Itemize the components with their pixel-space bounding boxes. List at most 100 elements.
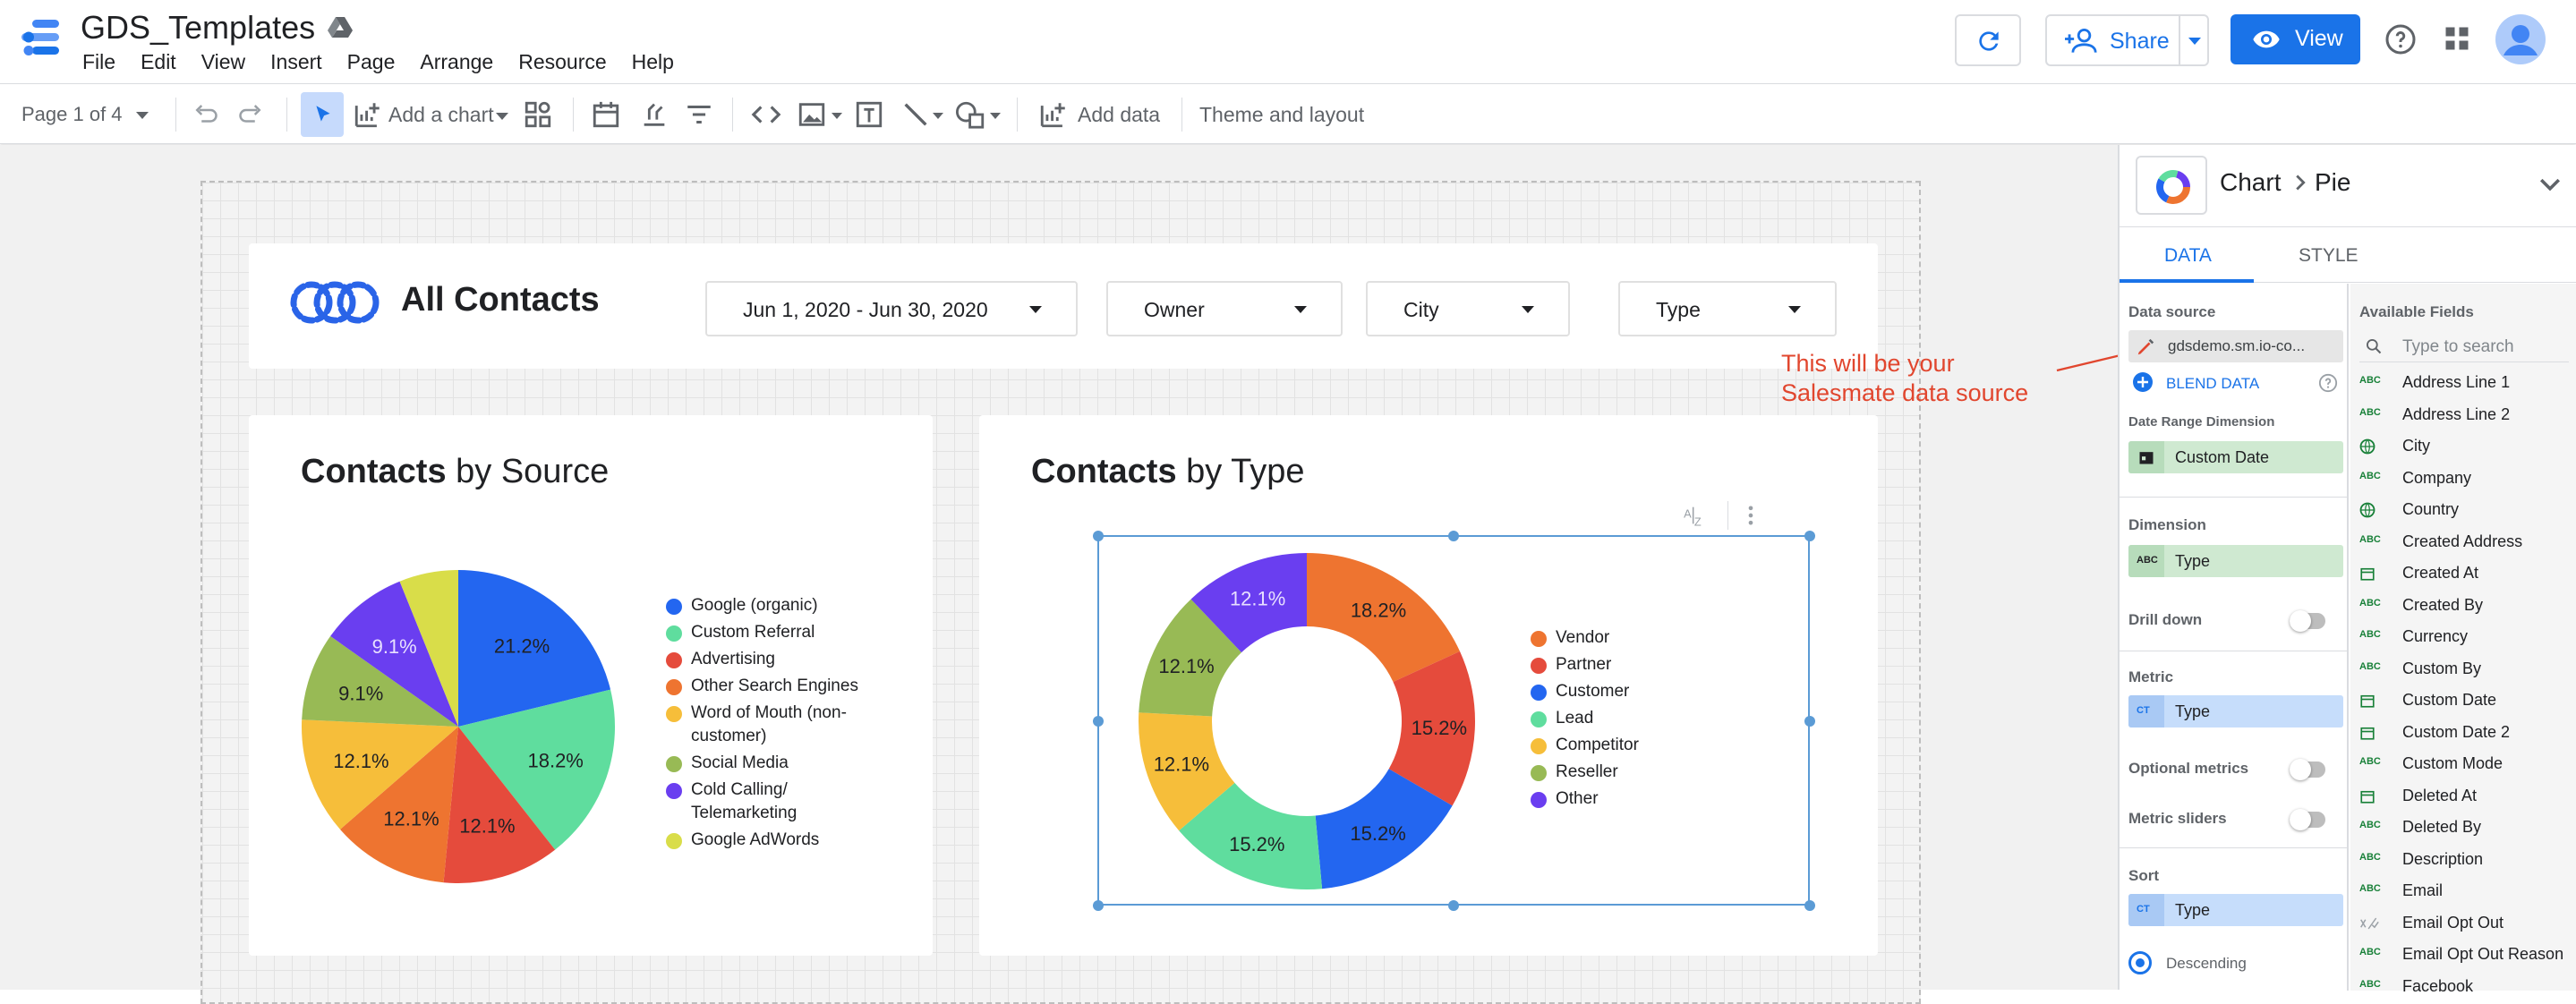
resize-handle[interactable] [1804, 716, 1815, 727]
field-item[interactable]: Deleted At [2359, 781, 2574, 812]
add-chart-label[interactable]: Add a chart [388, 103, 494, 127]
menu-page[interactable]: Page [347, 50, 396, 74]
chart-type-selector[interactable] [2136, 156, 2207, 215]
refresh-data-button[interactable] [1955, 14, 2021, 66]
date-range-filter[interactable]: Jun 1, 2020 - Jun 30, 2020 [705, 281, 1078, 336]
field-item[interactable]: ABC Company [2359, 464, 2574, 494]
field-search-input[interactable]: Type to search [2359, 330, 2569, 362]
apps-grid-icon[interactable] [2444, 25, 2470, 52]
data-source-label: Data source [2128, 303, 2216, 320]
report-file-title[interactable]: GDS_Templates [81, 9, 315, 47]
resize-handle[interactable] [1093, 531, 1104, 541]
add-data-button[interactable]: Add data [1078, 103, 1160, 127]
menu-view[interactable]: View [201, 50, 245, 74]
line-dropdown-icon[interactable] [933, 113, 943, 119]
date-range-dimension-chip[interactable]: Custom Date [2128, 441, 2343, 473]
contacts-by-type-card[interactable]: Contacts by Type AZ 18.2% 15.2% 15.2% 15.2%… [979, 415, 1878, 956]
add-chart-dropdown-icon[interactable] [496, 113, 508, 120]
menu-insert[interactable]: Insert [270, 50, 322, 74]
field-item[interactable]: Custom Date 2 [2359, 718, 2574, 748]
menu-edit[interactable]: Edit [141, 50, 176, 74]
field-item[interactable]: ABC Currency [2359, 622, 2574, 652]
share-options-dropdown[interactable] [2179, 14, 2209, 66]
resize-handle[interactable] [1448, 531, 1459, 541]
resize-handle[interactable] [1448, 900, 1459, 911]
field-item[interactable]: ABC Address Line 2 [2359, 400, 2574, 430]
date-range-control-icon[interactable] [591, 99, 621, 130]
text-box-icon[interactable] [854, 99, 884, 130]
undo-icon[interactable] [192, 101, 218, 128]
data-studio-logo-icon[interactable] [20, 18, 61, 57]
help-icon[interactable] [2384, 23, 2417, 55]
field-name: Facebook [2402, 976, 2474, 995]
image-icon[interactable] [797, 99, 827, 130]
field-name: Address Line 2 [2402, 404, 2511, 423]
add-chart-icon[interactable] [353, 99, 383, 130]
field-item[interactable]: ABC Facebook [2359, 972, 2574, 1002]
field-item[interactable]: ABC Address Line 1 [2359, 368, 2574, 398]
data-control-icon[interactable] [639, 99, 670, 130]
legend-label: Advertising [691, 650, 775, 668]
city-filter[interactable]: City [1366, 281, 1570, 336]
dimension-chip[interactable]: ABC Type [2128, 545, 2343, 577]
source-pie-chart[interactable]: 21.2% 18.2% 12.1% 12.1% 12.1% 9.1% 9.1% [299, 567, 618, 886]
sort-az-icon[interactable]: AZ [1683, 503, 1708, 528]
type-filter[interactable]: Type [1618, 281, 1837, 336]
resize-handle[interactable] [1804, 531, 1815, 541]
shape-icon[interactable] [954, 99, 988, 130]
field-item[interactable]: Email Opt Out [2359, 908, 2574, 939]
drive-icon[interactable] [328, 16, 353, 38]
owner-filter[interactable]: Owner [1106, 281, 1343, 336]
filter-control-icon[interactable] [684, 99, 714, 130]
redo-icon[interactable] [238, 101, 265, 128]
field-item[interactable]: Country [2359, 495, 2574, 525]
field-item[interactable]: Created At [2359, 558, 2574, 589]
menu-file[interactable]: File [82, 50, 115, 74]
account-avatar[interactable] [2495, 14, 2546, 64]
field-item[interactable]: ABC Custom By [2359, 654, 2574, 685]
field-item[interactable]: ABC Created Address [2359, 527, 2574, 557]
field-item[interactable]: ABC Deleted By [2359, 813, 2574, 843]
field-item[interactable]: ABC Created By [2359, 591, 2574, 621]
field-item[interactable]: ABC Custom Mode [2359, 749, 2574, 779]
descending-radio[interactable] [2128, 951, 2152, 974]
add-data-icon[interactable] [1038, 99, 1069, 130]
field-item[interactable]: ABC Email Opt Out Reason [2359, 940, 2574, 970]
metric-chip[interactable]: CT Type [2128, 695, 2343, 727]
blend-add-icon[interactable] [2132, 371, 2154, 393]
menu-resource[interactable]: Resource [518, 50, 606, 74]
page-dropdown-icon[interactable] [136, 112, 149, 119]
type-donut-chart[interactable]: 18.2% 15.2% 15.2% 15.2% 12.1% 12.1% 12.1% [1137, 551, 1477, 891]
theme-and-layout-button[interactable]: Theme and layout [1199, 103, 1364, 127]
image-dropdown-icon[interactable] [832, 113, 842, 119]
more-options-icon[interactable] [1742, 503, 1760, 528]
field-item[interactable]: ABC Description [2359, 845, 2574, 875]
field-item[interactable]: Custom Date [2359, 685, 2574, 716]
resize-handle[interactable] [1093, 900, 1104, 911]
tab-style[interactable]: STYLE [2299, 245, 2358, 267]
resize-handle[interactable] [1093, 716, 1104, 727]
menu-arrange[interactable]: Arrange [420, 50, 493, 74]
help-icon[interactable] [2318, 373, 2338, 393]
metric-sliders-toggle[interactable] [2290, 809, 2325, 830]
menu-help[interactable]: Help [632, 50, 674, 74]
page-navigator[interactable]: Page 1 of 4 [21, 103, 123, 126]
legend-dot [1531, 631, 1547, 647]
select-tool-button[interactable] [301, 92, 344, 137]
resize-handle[interactable] [1804, 900, 1815, 911]
field-item[interactable]: ABC Email [2359, 876, 2574, 906]
tab-data[interactable]: DATA [2164, 245, 2212, 267]
embed-url-icon[interactable] [750, 99, 782, 130]
line-icon[interactable] [900, 99, 931, 130]
collapse-panel-icon[interactable] [2538, 175, 2562, 193]
shape-dropdown-icon[interactable] [990, 113, 1001, 119]
drill-down-toggle[interactable] [2290, 610, 2325, 632]
data-source-chip[interactable]: gdsdemo.sm.io-co... [2128, 330, 2343, 362]
sort-chip[interactable]: CT Type [2128, 894, 2343, 926]
view-mode-button[interactable]: View [2231, 14, 2360, 64]
add-control-icon[interactable] [523, 99, 553, 130]
field-item[interactable]: City [2359, 431, 2574, 462]
contacts-by-source-card[interactable]: Contacts by Source 21.2% 18.2% 12.1% 12.1% 1… [249, 415, 933, 956]
optional-metrics-toggle[interactable] [2290, 759, 2325, 780]
blend-data-button[interactable]: BLEND DATA [2166, 375, 2259, 393]
